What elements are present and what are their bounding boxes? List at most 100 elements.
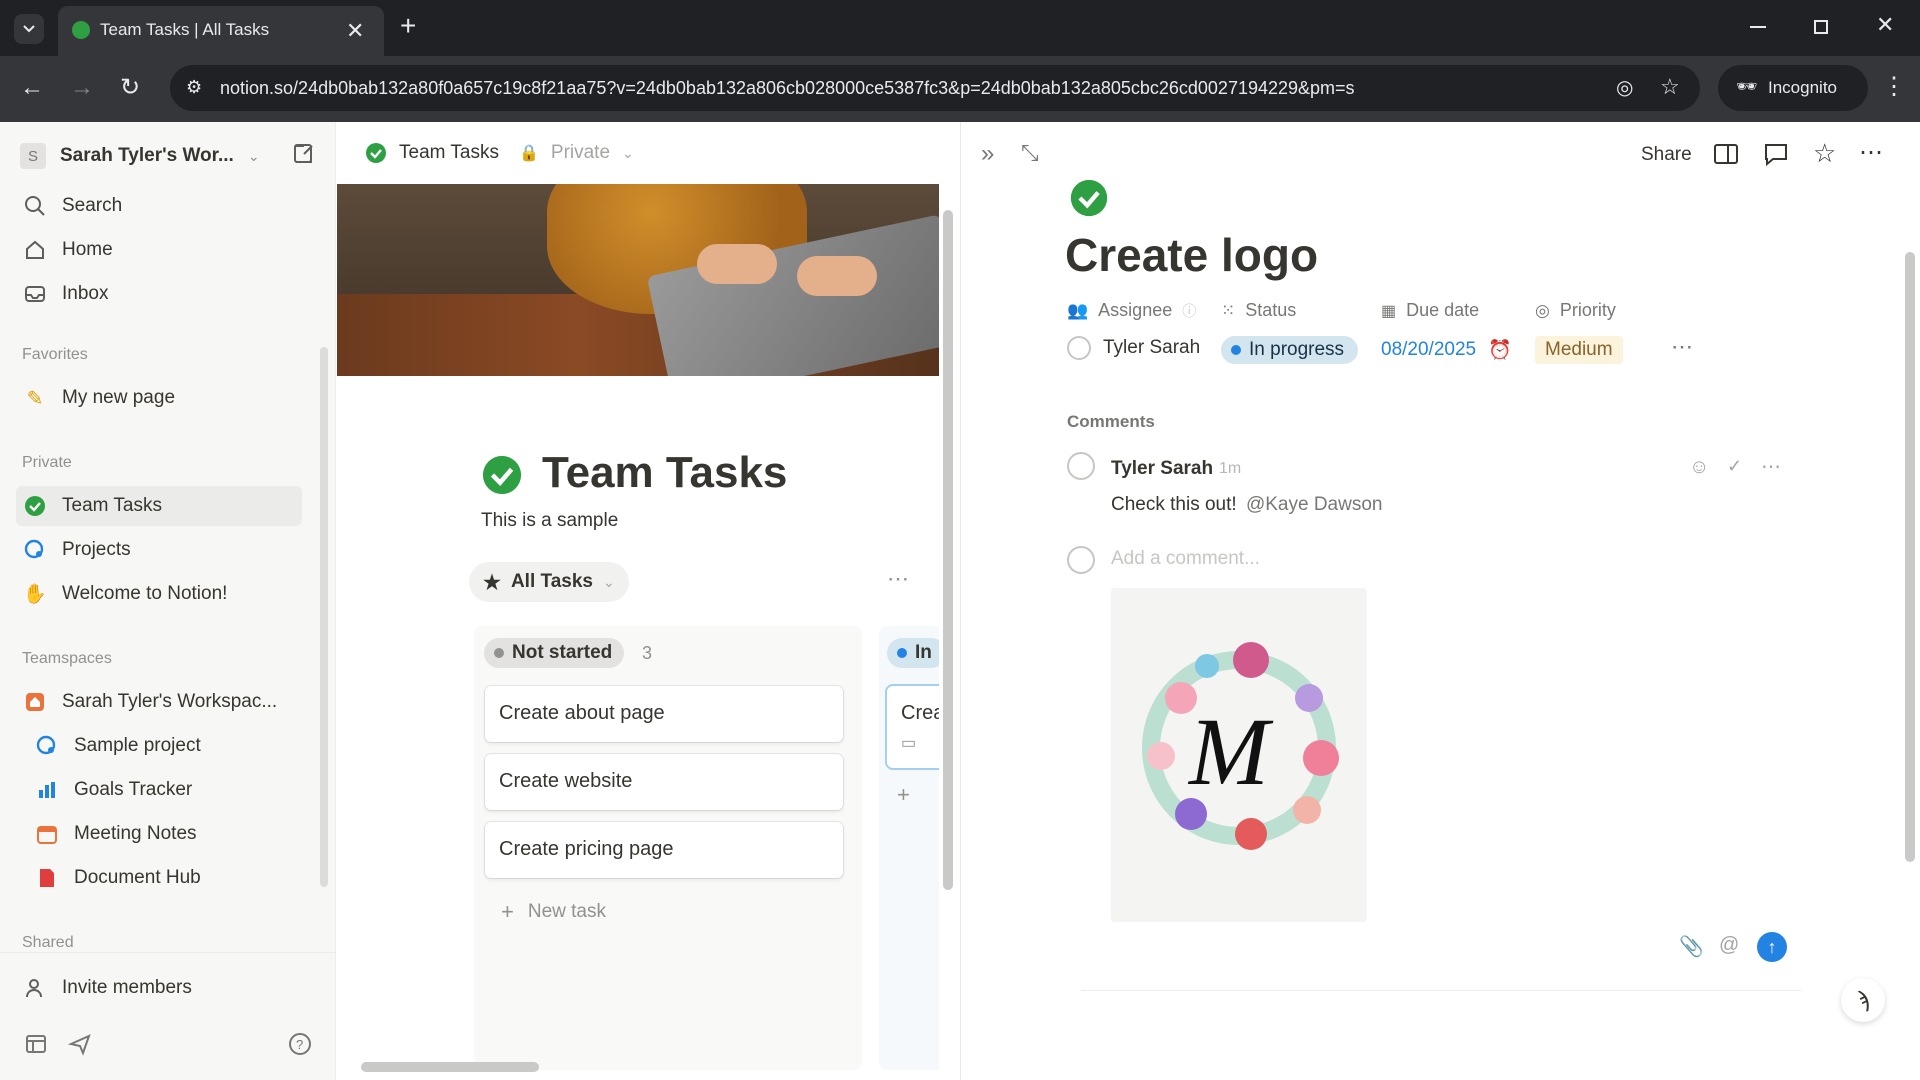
due-date-value[interactable]: 08/20/2025 ⏰ [1381, 338, 1512, 362]
favorite-star-icon[interactable]: ☆ [1813, 138, 1836, 169]
status-dot-icon [897, 648, 907, 658]
sidebar-item-goals-tracker[interactable]: Goals Tracker [16, 770, 302, 810]
view-options-icon[interactable]: ⋯ [887, 566, 909, 592]
sidebar-item-sample-project[interactable]: Sample project [16, 726, 302, 766]
sidebar-item-search[interactable]: Search [16, 186, 302, 226]
workspace-switcher[interactable]: S Sarah Tyler's Wor... ⌄ [20, 138, 300, 174]
view-tab-all-tasks[interactable]: ★ All Tasks ⌄ [469, 562, 629, 602]
comment-mention[interactable]: @Kaye Dawson [1246, 494, 1383, 515]
assignee-label: Assignee [1098, 300, 1173, 320]
close-window-icon[interactable]: ✕ [1876, 12, 1894, 38]
reload-icon[interactable]: ↻ [120, 73, 140, 102]
layout-icon[interactable] [1713, 142, 1739, 166]
help-icon[interactable]: ? [288, 1032, 312, 1056]
sidebar-item-workspace[interactable]: Sarah Tyler's Workspac... [16, 682, 302, 722]
expand-icon[interactable]: ⤡ [1021, 140, 1039, 166]
eye-off-icon[interactable]: ◎ [1616, 75, 1633, 100]
breadcrumb-page[interactable]: Team Tasks [399, 142, 499, 164]
people-icon: 👥 [1067, 300, 1089, 320]
comments-icon[interactable] [1763, 142, 1789, 166]
restore-icon[interactable] [1814, 20, 1828, 34]
task-card[interactable]: Create pricing page [485, 822, 843, 878]
task-icon[interactable] [1069, 178, 1109, 218]
attachment-letter: M [1187, 698, 1274, 805]
attachment-image[interactable]: M [1111, 588, 1367, 922]
sidebar-item-label: Inbox [62, 283, 109, 304]
sidebar-item-document-hub[interactable]: Document Hub [16, 858, 302, 898]
svg-text:?: ? [296, 1037, 303, 1052]
search-icon [22, 193, 48, 219]
privacy-label[interactable]: Private [551, 142, 610, 164]
comment-more-icon[interactable]: ⋯ [1761, 454, 1781, 479]
close-peek-icon[interactable]: » [981, 140, 994, 168]
new-task-button[interactable]: + New task [485, 892, 843, 932]
sidebar-item-welcome[interactable]: ✋ Welcome to Notion! [16, 574, 302, 614]
sidebar-item-label: Team Tasks [62, 495, 162, 516]
browser-tab[interactable]: Team Tasks | All Tasks ✕ [58, 6, 384, 56]
add-comment-input[interactable]: Add a comment... [1111, 548, 1260, 570]
check-circle-icon [365, 142, 387, 164]
panel-scrollbar[interactable] [1905, 252, 1915, 862]
column-count: 3 [642, 643, 653, 663]
status-badge[interactable]: In progress [1221, 336, 1359, 364]
sidebar-item-meeting-notes[interactable]: Meeting Notes [16, 814, 302, 854]
task-card[interactable]: Create website [485, 754, 843, 810]
task-card[interactable]: Crea ▭ [887, 686, 939, 768]
favorites-heading: Favorites [22, 346, 88, 363]
vertical-scrollbar[interactable] [943, 210, 953, 890]
incognito-icon: 🕶 [1736, 77, 1758, 96]
send-icon[interactable] [68, 1032, 92, 1056]
sidebar-item-inbox[interactable]: Inbox [16, 274, 302, 314]
sidebar-item-my-new-page[interactable]: ✎ My new page [16, 378, 302, 418]
new-tab-icon[interactable]: + [400, 10, 416, 42]
sidebar-item-team-tasks[interactable]: Team Tasks [16, 486, 302, 526]
workspace-avatar: S [20, 143, 46, 169]
assignee-name: Tyler Sarah [1103, 337, 1201, 358]
sidebar-item-projects[interactable]: Projects [16, 530, 302, 570]
add-reaction-icon[interactable]: ☺ [1689, 456, 1709, 479]
back-icon[interactable]: ← [20, 74, 44, 102]
minimize-icon[interactable] [1750, 26, 1766, 28]
new-page-icon[interactable] [292, 142, 316, 166]
bookmark-star-icon[interactable]: ☆ [1660, 74, 1680, 100]
page-icon[interactable] [481, 454, 523, 496]
page-title: Team Tasks [542, 448, 788, 497]
ai-assistant-icon[interactable]: ϡ [1841, 978, 1885, 1022]
attach-file-icon[interactable]: 📎 [1679, 934, 1704, 959]
more-options-icon[interactable]: ⋯ [1859, 138, 1883, 167]
resolve-check-icon[interactable]: ✓ [1727, 456, 1742, 477]
sidebar-scrollbar[interactable] [320, 347, 328, 887]
task-title[interactable]: Create logo [1065, 228, 1318, 282]
omnibox[interactable]: ⚙ notion.so/24db0bab132a80f0a657c19c8f21… [170, 65, 1700, 111]
incognito-badge[interactable]: 🕶 Incognito [1718, 65, 1868, 111]
incognito-label: Incognito [1768, 78, 1837, 97]
templates-icon[interactable] [24, 1032, 48, 1056]
more-properties-icon[interactable]: ⋯ [1671, 334, 1693, 360]
invite-members-button[interactable]: Invite members [16, 968, 302, 1008]
status-pill-in-progress[interactable]: In [887, 638, 939, 668]
tab-search-chevron-icon[interactable] [14, 14, 44, 44]
inbox-icon [22, 281, 48, 307]
tab-close-icon[interactable]: ✕ [346, 18, 364, 44]
status-label: Not started [512, 642, 613, 663]
forward-icon[interactable]: → [70, 74, 94, 102]
task-card-title: Create about page [499, 702, 665, 724]
status-pill-not-started[interactable]: Not started [484, 638, 625, 668]
sidebar-item-label: Document Hub [74, 867, 201, 888]
cover-image [337, 184, 939, 376]
priority-badge[interactable]: Medium [1535, 336, 1623, 364]
share-button[interactable]: Share [1641, 144, 1692, 166]
site-info-icon[interactable]: ⚙ [186, 77, 202, 98]
assignee-value[interactable]: Tyler Sarah [1067, 336, 1200, 360]
sidebar-item-home[interactable]: Home [16, 230, 302, 270]
mention-icon[interactable]: @ [1719, 934, 1739, 957]
send-comment-button[interactable]: ↑ [1757, 932, 1787, 962]
plus-icon[interactable]: + [897, 782, 910, 808]
comment-author[interactable]: Tyler Sarah [1111, 458, 1213, 480]
browser-menu-icon[interactable]: ⋮ [1882, 72, 1906, 101]
task-card[interactable]: Create about page [485, 686, 843, 742]
priority-icon: ◎ [1535, 300, 1550, 320]
sidebar-item-label: Goals Tracker [74, 779, 193, 800]
horizontal-scrollbar[interactable] [361, 1062, 539, 1072]
breadcrumb: Team Tasks 🔒 Private ⌄ [365, 142, 634, 164]
